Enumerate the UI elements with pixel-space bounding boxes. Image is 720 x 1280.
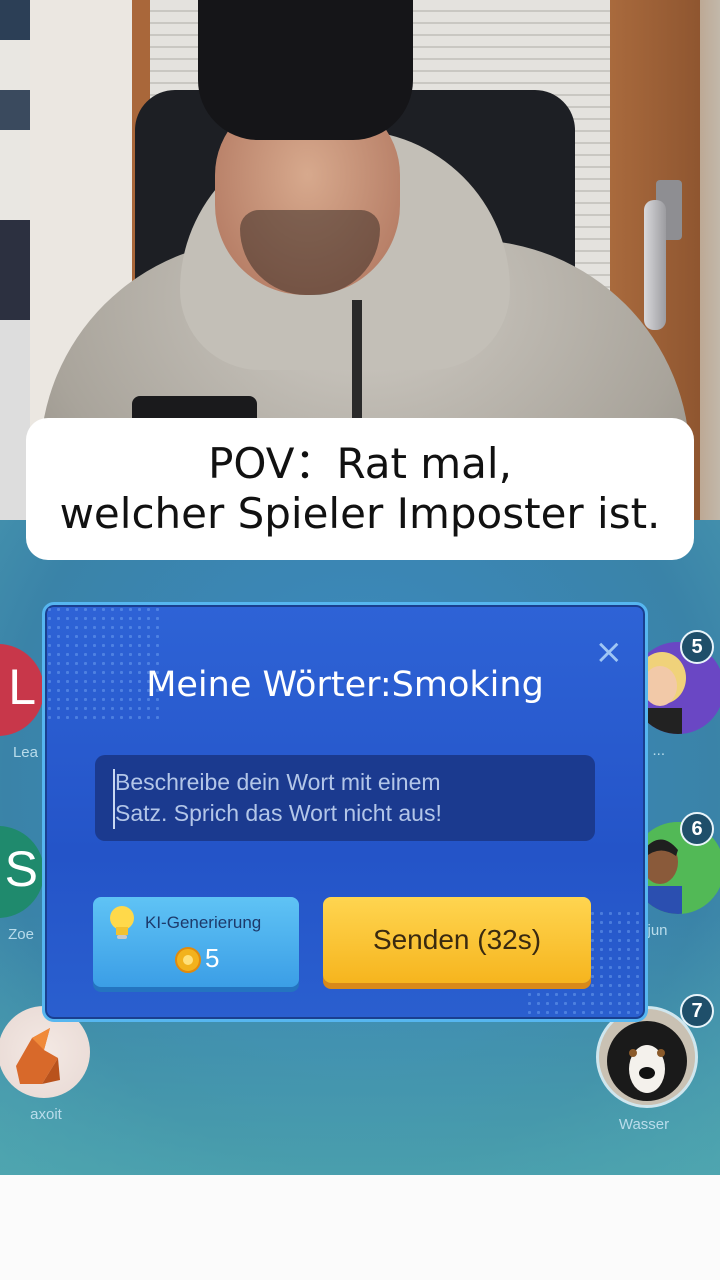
caption-box: POV：Rat mal, welcher Spieler Imposter is… <box>26 418 694 560</box>
player-seat-right-bottom[interactable]: Wasser <box>596 1006 698 1133</box>
beanie <box>198 0 413 140</box>
ai-button-label: KI-Generierung <box>145 913 262 932</box>
send-button[interactable]: Senden (32s) <box>323 897 591 983</box>
player-number-badge: 7 <box>680 994 714 1028</box>
close-icon[interactable]: × <box>595 635 624 669</box>
avatar-initial: L <box>8 659 36 715</box>
input-placeholder: Beschreibe dein Wort mit einem Satz. Spr… <box>115 767 585 829</box>
caption-line-1: POV：Rat mal, <box>208 439 512 488</box>
player-name: Wasser <box>618 1116 670 1133</box>
zipper <box>352 300 362 430</box>
placeholder-line-1: Beschreibe dein Wort mit einem <box>115 769 441 795</box>
player-name: axoit <box>30 1106 62 1123</box>
placeholder-line-2: Satz. Sprich das Wort nicht aus! <box>115 800 442 826</box>
avatar: S <box>0 826 44 918</box>
lightbulb-icon <box>110 906 134 939</box>
description-input[interactable]: Beschreibe dein Wort mit einem Satz. Spr… <box>95 755 595 841</box>
caption-line-2: welcher Spieler Imposter ist. <box>59 489 661 538</box>
bottom-blank-area <box>0 1175 720 1280</box>
door-handle <box>644 180 684 330</box>
word-dialog: × Meine Wörter:Smoking Beschreibe dein W… <box>42 602 648 1022</box>
ai-button-cost: 5 <box>205 943 220 973</box>
player-seat-left-bottom[interactable]: axoit <box>0 1006 94 1123</box>
dialog-title: Meine Wörter:Smoking <box>146 665 544 705</box>
player-seat-left-mid[interactable]: S Zoe <box>0 826 48 943</box>
player-name: Lea <box>12 744 38 761</box>
avatar-initial: S <box>4 841 38 897</box>
avatar: L <box>0 644 44 736</box>
player-number-badge: 5 <box>680 630 714 664</box>
ai-generate-button[interactable]: KI-Generierung 5 <box>93 897 299 987</box>
player-number-badge: 6 <box>680 812 714 846</box>
player-name: Zoe <box>8 926 34 943</box>
player-seat-left-top[interactable]: L Lea <box>0 644 48 761</box>
dog-avatar-icon <box>599 1009 695 1105</box>
coin-icon <box>175 947 201 973</box>
